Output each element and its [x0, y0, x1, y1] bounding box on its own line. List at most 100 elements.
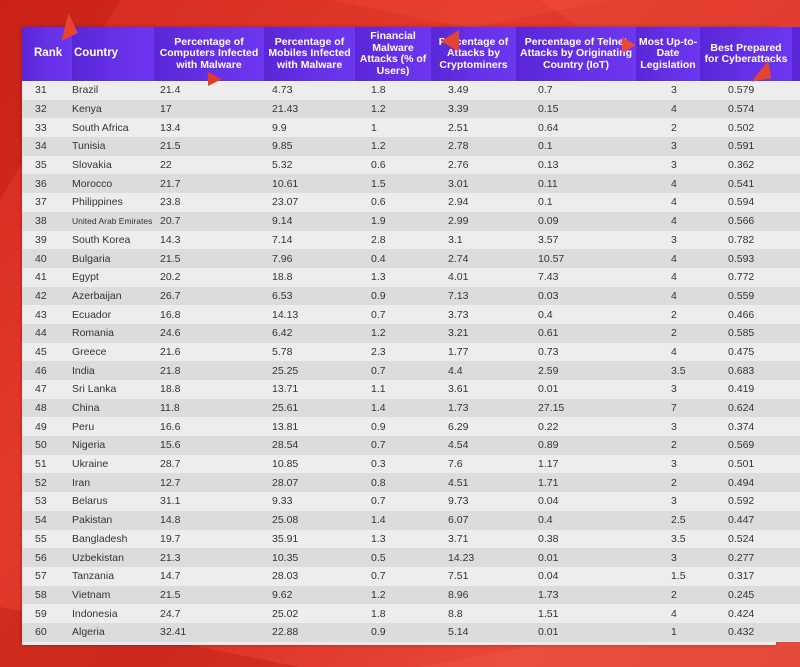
cell-rank: 59	[22, 604, 72, 623]
cell-cryptominers: 3.49	[431, 81, 516, 100]
cell-score: 35.54	[792, 137, 800, 156]
cell-rank: 47	[22, 380, 72, 399]
cell-financial-malware: 0.7	[355, 305, 431, 324]
cell-mobiles-infected: 25.08	[264, 510, 355, 530]
cell-cryptominers: 3.73	[431, 305, 516, 324]
table-row: 40Bulgaria21.57.960.42.7410.5740.59337.8…	[22, 249, 800, 268]
cell-best-prepared: 0.579	[700, 81, 792, 100]
cell-cryptominers: 4.51	[431, 473, 516, 493]
cell-best-prepared: 0.574	[700, 99, 792, 119]
cell-country: Philippines	[72, 193, 154, 212]
cell-computers-infected: 11.8	[154, 398, 264, 418]
cell-cryptominers: 6.07	[431, 510, 516, 530]
header-computers-infected[interactable]: Percentage of Computers Infected with Ma…	[154, 27, 264, 81]
cell-rank: 58	[22, 585, 72, 605]
header-country[interactable]: Country	[72, 27, 154, 81]
cell-financial-malware: 0.7	[355, 436, 431, 455]
header-telnet-attacks[interactable]: Percentage of Telnet Attacks by Originat…	[516, 27, 636, 81]
cell-rank: 43	[22, 305, 72, 324]
header-financial-malware[interactable]: Financial Malware Attacks (% of Users)	[355, 27, 431, 81]
cell-computers-infected: 24.6	[154, 323, 264, 343]
cell-computers-infected: 21.7	[154, 174, 264, 194]
cell-rank: 34	[22, 137, 72, 156]
cell-financial-malware: 1.8	[355, 604, 431, 623]
table-row: 32Kenya1721.431.23.390.1540.57434.16	[22, 99, 800, 119]
table-row: 31Brazil21.44.731.83.490.730.57933.57	[22, 81, 800, 100]
cell-rank: 49	[22, 417, 72, 437]
cell-rank: 50	[22, 436, 72, 455]
cell-score: 55.75	[792, 622, 800, 642]
cell-score: 35.57	[792, 155, 800, 175]
cell-telnet-attacks: 0.22	[516, 417, 636, 437]
cell-mobiles-infected: 7.96	[264, 249, 355, 268]
header-best-prepared[interactable]: Best Prepared for Cyberattacks	[700, 27, 792, 81]
cell-mobiles-infected: 18.8	[264, 267, 355, 287]
table-row: 37Philippines23.823.070.62.940.140.59436…	[22, 193, 800, 212]
cell-legislation: 3	[636, 548, 700, 567]
header-cryptominers[interactable]: Percentage of Attacks by Cryptominers	[431, 27, 516, 81]
cell-best-prepared: 0.566	[700, 211, 792, 231]
cell-rank: 32	[22, 99, 72, 119]
cell-best-prepared: 0.494	[700, 473, 792, 493]
cell-best-prepared: 0.432	[700, 622, 792, 642]
cell-country: Algeria	[72, 622, 154, 642]
cell-country: United Arab Emirates	[72, 211, 154, 231]
cell-telnet-attacks: 10.57	[516, 249, 636, 268]
cell-rank: 46	[22, 361, 72, 380]
cell-computers-infected: 31.1	[154, 492, 264, 511]
cell-score: 38.03	[792, 267, 800, 287]
cell-cryptominers: 3.21	[431, 323, 516, 343]
cell-mobiles-infected: 9.9	[264, 118, 355, 138]
cell-computers-infected: 19.7	[154, 529, 264, 549]
cell-cryptominers: 2.94	[431, 193, 516, 212]
cell-telnet-attacks: 0.01	[516, 380, 636, 399]
cell-country: Vietnam	[72, 585, 154, 605]
cell-computers-infected: 15.6	[154, 436, 264, 455]
cell-mobiles-infected: 9.33	[264, 492, 355, 511]
cell-score: 36.47	[792, 174, 800, 194]
cell-country: Uzbekistan	[72, 548, 154, 567]
cell-telnet-attacks: 1.17	[516, 454, 636, 474]
cell-telnet-attacks: 0.1	[516, 193, 636, 212]
cell-rank: 38	[22, 211, 72, 231]
header-score[interactable]: Score	[792, 27, 800, 81]
cell-cryptominers: 9.73	[431, 492, 516, 511]
cell-financial-malware: 0.3	[355, 454, 431, 474]
cell-legislation: 3	[636, 454, 700, 474]
cell-financial-malware: 0.9	[355, 622, 431, 642]
table-row: 45Greece21.65.782.31.770.7340.47539.06	[22, 342, 800, 362]
cell-rank: 51	[22, 454, 72, 474]
cell-best-prepared: 0.593	[700, 249, 792, 268]
table-row: 39South Korea14.37.142.83.13.5730.78237.…	[22, 230, 800, 250]
cell-score: 34.16	[792, 99, 800, 119]
header-legislation[interactable]: Most Up-to-Date Legislation	[636, 27, 700, 81]
cell-telnet-attacks: 0.04	[516, 566, 636, 586]
cell-computers-infected: 13.4	[154, 118, 264, 138]
cell-country: Pakistan	[72, 510, 154, 530]
cell-cryptominers: 5.14	[431, 622, 516, 642]
cell-computers-infected: 23.8	[154, 193, 264, 212]
cell-score: 47.1	[792, 510, 800, 530]
cell-rank: 56	[22, 548, 72, 567]
cell-financial-malware: 0.7	[355, 566, 431, 586]
cell-legislation: 2	[636, 473, 700, 493]
cell-telnet-attacks: 0.03	[516, 286, 636, 306]
cell-telnet-attacks: 0.7	[516, 81, 636, 100]
cell-computers-infected: 28.7	[154, 454, 264, 474]
cell-financial-malware: 0.6	[355, 155, 431, 175]
cell-telnet-attacks: 0.15	[516, 99, 636, 119]
cell-telnet-attacks: 0.1	[516, 137, 636, 156]
cell-legislation: 2.5	[636, 510, 700, 530]
cell-legislation: 4	[636, 99, 700, 119]
cell-country: Indonesia	[72, 604, 154, 623]
cell-mobiles-infected: 7.14	[264, 230, 355, 250]
header-mobiles-infected[interactable]: Percentage of Mobiles Infected with Malw…	[264, 27, 355, 81]
cell-best-prepared: 0.541	[700, 174, 792, 194]
cell-score: 36.79	[792, 193, 800, 212]
header-rank[interactable]: Rank	[22, 27, 72, 81]
table-row: 54Pakistan14.825.081.46.070.42.50.44747.…	[22, 510, 800, 530]
table-row: 59Indonesia24.725.021.88.81.5140.42454.8…	[22, 604, 800, 623]
cell-best-prepared: 0.466	[700, 305, 792, 324]
cell-country: Kenya	[72, 99, 154, 119]
cell-cryptominers: 3.71	[431, 529, 516, 549]
